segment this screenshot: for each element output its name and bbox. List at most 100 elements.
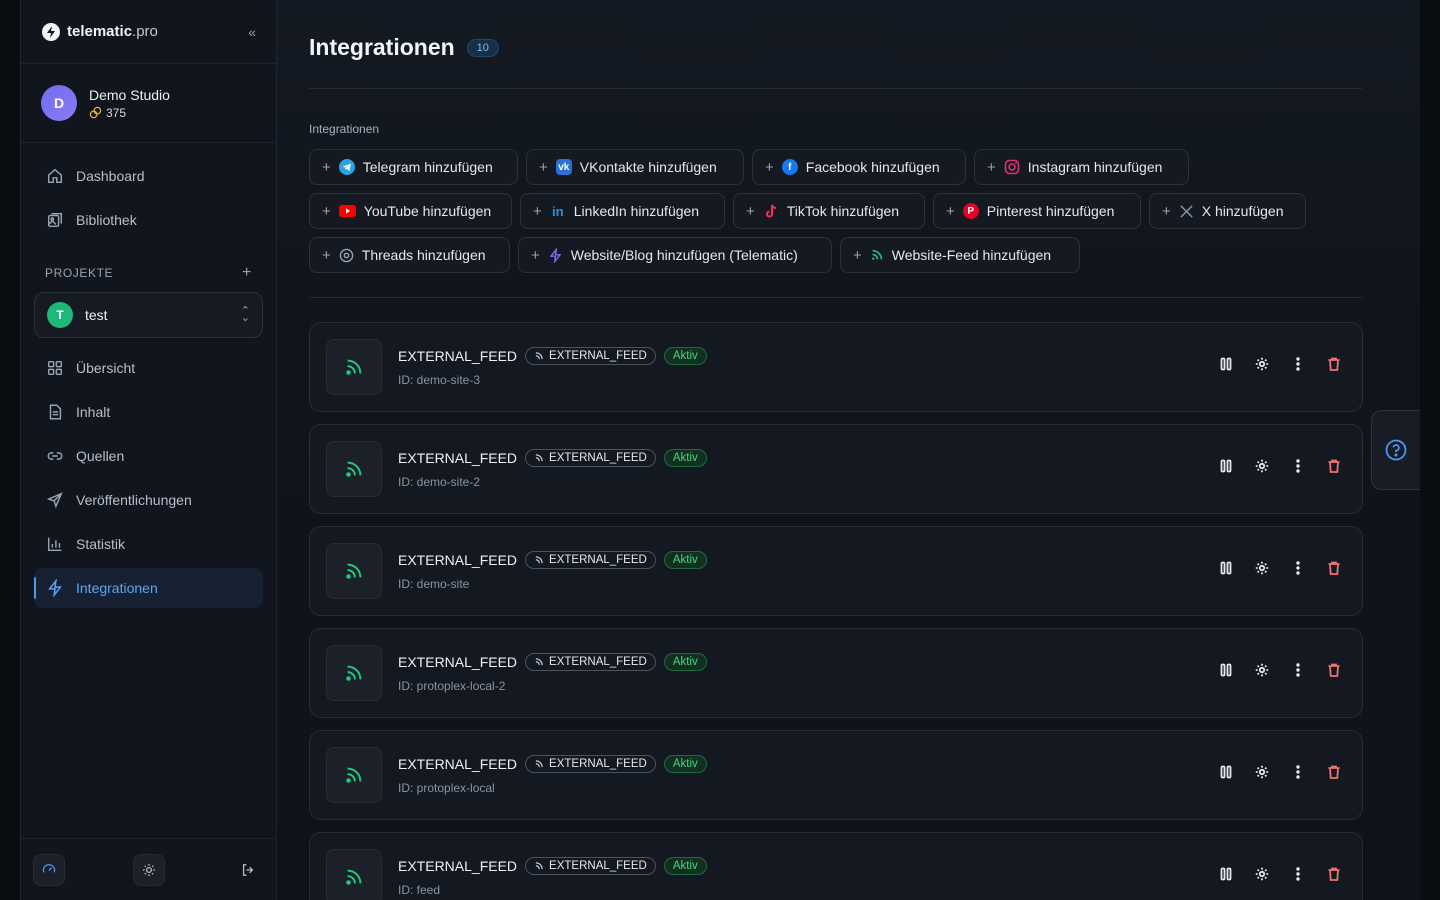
delete-button[interactable]: [1326, 458, 1342, 474]
pause-button[interactable]: [1218, 764, 1234, 780]
trash-icon: [1328, 663, 1340, 677]
project-avatar: T: [47, 302, 73, 328]
type-badge: EXTERNAL_FEED: [525, 449, 656, 467]
integration-card[interactable]: EXTERNAL_FEED EXTERNAL_FEED Aktiv ID: de…: [309, 424, 1363, 514]
delete-button[interactable]: [1326, 662, 1342, 678]
card-actions: [1218, 560, 1342, 576]
add-pinterest-button[interactable]: + P Pinterest hinzufügen: [933, 193, 1141, 229]
settings-button[interactable]: [1254, 560, 1270, 576]
add-linkedin-button[interactable]: + in LinkedIn hinzufügen: [520, 193, 725, 229]
pause-button[interactable]: [1218, 356, 1234, 372]
account-card[interactable]: D Demo Studio 375: [21, 64, 276, 143]
integration-count-badge: 10: [466, 38, 499, 57]
add-instagram-button[interactable]: + Instagram hinzufügen: [974, 149, 1189, 185]
type-label: EXTERNAL_FEED: [549, 758, 647, 770]
integration-card[interactable]: EXTERNAL_FEED EXTERNAL_FEED Aktiv ID: de…: [309, 526, 1363, 616]
project-name: test: [85, 307, 108, 323]
status-badge: Aktiv: [663, 653, 707, 671]
rss-icon: [346, 665, 362, 681]
integration-card[interactable]: EXTERNAL_FEED EXTERNAL_FEED Aktiv ID: pr…: [309, 730, 1363, 820]
settings-button[interactable]: [1254, 356, 1270, 372]
more-button[interactable]: [1290, 866, 1306, 882]
project-nav: Übersicht Inhalt Quellen Veröffentlichun…: [21, 344, 276, 608]
delete-button[interactable]: [1326, 764, 1342, 780]
nav-item-sources[interactable]: Quellen: [34, 436, 263, 476]
account-coins: 375: [89, 106, 170, 120]
pause-button[interactable]: [1218, 662, 1234, 678]
nav-item-library[interactable]: Bibliothek: [34, 200, 263, 240]
integration-card[interactable]: EXTERNAL_FEED EXTERNAL_FEED Aktiv ID: fe…: [309, 832, 1363, 900]
help-button[interactable]: [1371, 410, 1420, 490]
settings-button[interactable]: [1254, 764, 1270, 780]
bolt-icon: [549, 247, 562, 263]
theme-toggle-button[interactable]: [132, 853, 165, 886]
usage-button[interactable]: [33, 853, 65, 886]
settings-button[interactable]: [1254, 662, 1270, 678]
gear-icon: [1255, 765, 1269, 779]
logout-button[interactable]: [232, 854, 264, 886]
type-label: EXTERNAL_FEED: [549, 656, 647, 668]
delete-button[interactable]: [1326, 866, 1342, 882]
add-youtube-button[interactable]: + YouTube hinzufügen: [309, 193, 512, 229]
nav-item-integrations[interactable]: Integrationen: [34, 568, 263, 608]
add-website-feed-button[interactable]: + Website-Feed hinzufügen: [840, 237, 1080, 273]
card-actions: [1218, 458, 1342, 474]
settings-button[interactable]: [1254, 866, 1270, 882]
section-divider: [309, 297, 1362, 298]
main-content: Integrationen 10 Integrationen + Telegra…: [277, 0, 1420, 900]
add-threads-button[interactable]: + Threads hinzufügen: [309, 237, 510, 273]
pause-icon: [1220, 867, 1232, 881]
trash-icon: [1328, 459, 1340, 473]
integration-card[interactable]: EXTERNAL_FEED EXTERNAL_FEED Aktiv ID: de…: [309, 322, 1363, 412]
nav-item-content[interactable]: Inhalt: [34, 392, 263, 432]
nav-item-dashboard[interactable]: Dashboard: [34, 156, 263, 196]
projects-header: PROJEKTE +: [21, 264, 276, 282]
button-label: LinkedIn hinzufügen: [573, 203, 700, 219]
type-label: EXTERNAL_FEED: [549, 860, 647, 872]
add-project-icon[interactable]: +: [242, 264, 252, 282]
pause-button[interactable]: [1218, 560, 1234, 576]
integration-id: ID: protoplex-local-2: [398, 679, 506, 693]
integration-card[interactable]: EXTERNAL_FEED EXTERNAL_FEED Aktiv ID: pr…: [309, 628, 1363, 718]
more-button[interactable]: [1290, 356, 1306, 372]
settings-button[interactable]: [1254, 458, 1270, 474]
delete-button[interactable]: [1326, 560, 1342, 576]
section-label: Integrationen: [309, 122, 380, 136]
plus-icon: +: [853, 246, 862, 264]
more-vertical-icon: [1296, 765, 1300, 779]
plus-icon: +: [987, 158, 996, 176]
card-title-row: EXTERNAL_FEED EXTERNAL_FEED Aktiv: [398, 857, 707, 875]
feed-logo: [326, 849, 382, 900]
nav-label: Dashboard: [76, 168, 145, 184]
more-button[interactable]: [1290, 560, 1306, 576]
threads-icon: [339, 248, 354, 262]
add-website-blog-button[interactable]: + Website/Blog hinzufügen (Telematic): [518, 237, 832, 273]
add-x-button[interactable]: + X hinzufügen: [1149, 193, 1306, 229]
integration-id: ID: demo-site-2: [398, 475, 481, 489]
add-vkontakte-button[interactable]: + vk VKontakte hinzufügen: [526, 149, 744, 185]
add-telegram-button[interactable]: + Telegram hinzufügen: [309, 149, 518, 185]
gear-icon: [1255, 867, 1269, 881]
plus-icon: +: [533, 202, 542, 220]
card-title-row: EXTERNAL_FEED EXTERNAL_FEED Aktiv: [398, 551, 707, 569]
card-title-row: EXTERNAL_FEED EXTERNAL_FEED Aktiv: [398, 449, 707, 467]
integration-title: EXTERNAL_FEED: [398, 450, 518, 466]
project-selector[interactable]: T test ⌃ ⌄: [34, 292, 263, 338]
nav-item-publications[interactable]: Veröffentlichungen: [34, 480, 263, 520]
more-button[interactable]: [1290, 458, 1306, 474]
nav-item-statistics[interactable]: Statistik: [34, 524, 263, 564]
logo[interactable]: telematic .pro: [41, 22, 158, 42]
more-button[interactable]: [1290, 764, 1306, 780]
instagram-icon: [1004, 159, 1020, 175]
nav-item-overview[interactable]: Übersicht: [34, 348, 263, 388]
pause-icon: [1220, 663, 1232, 677]
add-tiktok-button[interactable]: + TikTok hinzufügen: [733, 193, 925, 229]
more-button[interactable]: [1290, 662, 1306, 678]
collapse-sidebar-icon[interactable]: «: [248, 24, 256, 40]
pause-button[interactable]: [1218, 458, 1234, 474]
add-buttons-row-2: + YouTube hinzufügen + in LinkedIn hinzu…: [309, 193, 1306, 229]
add-facebook-button[interactable]: + f Facebook hinzufügen: [752, 149, 966, 185]
pause-button[interactable]: [1218, 866, 1234, 882]
type-badge: EXTERNAL_FEED: [525, 653, 656, 671]
delete-button[interactable]: [1326, 356, 1342, 372]
